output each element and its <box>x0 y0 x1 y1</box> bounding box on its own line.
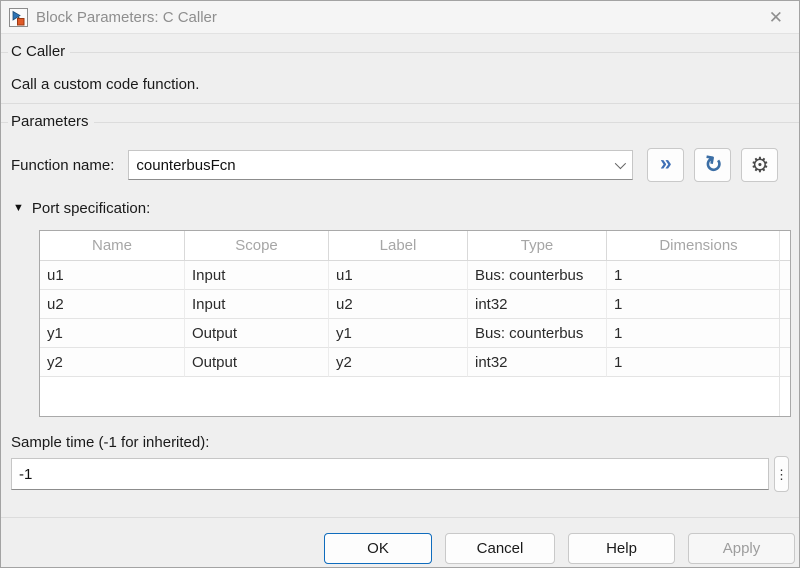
block-type-group: C Caller <box>1 43 799 61</box>
port-table-empty-area <box>40 377 790 416</box>
ok-button[interactable]: OK <box>324 533 432 564</box>
column-header[interactable]: Type <box>468 231 607 261</box>
kebab-menu-icon: ⋮ <box>775 468 788 481</box>
simulink-block-icon <box>9 8 28 27</box>
sample-time-label: Sample time (-1 for inherited): <box>11 434 799 452</box>
function-name-input[interactable] <box>129 151 632 179</box>
table-row[interactable]: u2Inputu2int321 <box>40 290 790 319</box>
table-cell[interactable]: 1 <box>607 261 790 290</box>
table-row[interactable]: u1Inputu1Bus: counterbus1 <box>40 261 790 290</box>
refresh-button[interactable]: ↻ <box>694 148 731 182</box>
expand-code-button[interactable]: » <box>647 148 684 182</box>
sample-time-input[interactable] <box>11 458 769 490</box>
parameters-group: Parameters <box>1 113 799 131</box>
column-header[interactable]: Dimensions <box>607 231 790 261</box>
table-cell[interactable]: 1 <box>607 348 790 377</box>
table-cell[interactable]: y1 <box>329 319 468 348</box>
table-cell[interactable]: Bus: counterbus <box>468 261 607 290</box>
table-row[interactable]: y1Outputy1Bus: counterbus1 <box>40 319 790 348</box>
table-row[interactable]: y2Outputy2int321 <box>40 348 790 377</box>
table-cell[interactable]: Output <box>185 319 329 348</box>
double-chevron-icon: » <box>660 153 672 177</box>
gear-icon: ⚙ <box>750 155 769 176</box>
port-table-header: NameScopeLabelTypeDimensions <box>40 231 790 261</box>
port-specification-label: Port specification: <box>32 200 150 217</box>
apply-button: Apply <box>688 533 795 564</box>
column-header[interactable]: Name <box>40 231 185 261</box>
table-cell[interactable]: Input <box>185 290 329 319</box>
window-title: Block Parameters: C Caller <box>36 9 761 26</box>
collapse-triangle-icon[interactable]: ▼ <box>13 202 24 214</box>
table-cell[interactable]: Output <box>185 348 329 377</box>
function-name-combobox[interactable] <box>128 150 633 180</box>
table-cell[interactable]: u1 <box>329 261 468 290</box>
port-specification-toggle[interactable]: ▼ Port specification: <box>13 198 799 218</box>
column-header[interactable]: Scope <box>185 231 329 261</box>
table-cell[interactable]: u2 <box>329 290 468 319</box>
sample-time-menu-button[interactable]: ⋮ <box>774 456 789 492</box>
footer-divider <box>1 517 799 518</box>
table-cell[interactable]: y2 <box>329 348 468 377</box>
table-cell[interactable]: Input <box>185 261 329 290</box>
port-specification-table: NameScopeLabelTypeDimensions u1Inputu1Bu… <box>39 230 791 417</box>
table-cell[interactable]: Bus: counterbus <box>468 319 607 348</box>
table-cell[interactable]: y2 <box>40 348 185 377</box>
titlebar: Block Parameters: C Caller ✕ <box>1 1 799 34</box>
table-cell[interactable]: int32 <box>468 290 607 319</box>
table-cell[interactable]: 1 <box>607 319 790 348</box>
close-icon[interactable]: ✕ <box>761 9 791 26</box>
function-name-label: Function name: <box>11 157 114 174</box>
group-divider <box>1 103 799 104</box>
table-scrollbar-track[interactable] <box>779 231 790 416</box>
table-cell[interactable]: int32 <box>468 348 607 377</box>
block-description: Call a custom code function. <box>11 76 799 94</box>
table-cell[interactable]: 1 <box>607 290 790 319</box>
sample-time-row: ⋮ <box>11 457 789 491</box>
table-cell[interactable]: u1 <box>40 261 185 290</box>
function-name-row: Function name: » ↻ ⚙ <box>11 147 789 183</box>
custom-code-settings-button[interactable]: ⚙ <box>741 148 778 182</box>
refresh-icon: ↻ <box>702 153 724 178</box>
block-type-title: C Caller <box>8 43 70 61</box>
block-parameters-dialog: Block Parameters: C Caller ✕ C Caller Ca… <box>0 0 800 568</box>
table-cell[interactable]: u2 <box>40 290 185 319</box>
footer-buttons: OK Cancel Help Apply <box>1 533 795 564</box>
parameters-title: Parameters <box>8 113 94 131</box>
table-cell[interactable]: y1 <box>40 319 185 348</box>
cancel-button[interactable]: Cancel <box>445 533 555 564</box>
column-header[interactable]: Label <box>329 231 468 261</box>
help-button[interactable]: Help <box>568 533 675 564</box>
